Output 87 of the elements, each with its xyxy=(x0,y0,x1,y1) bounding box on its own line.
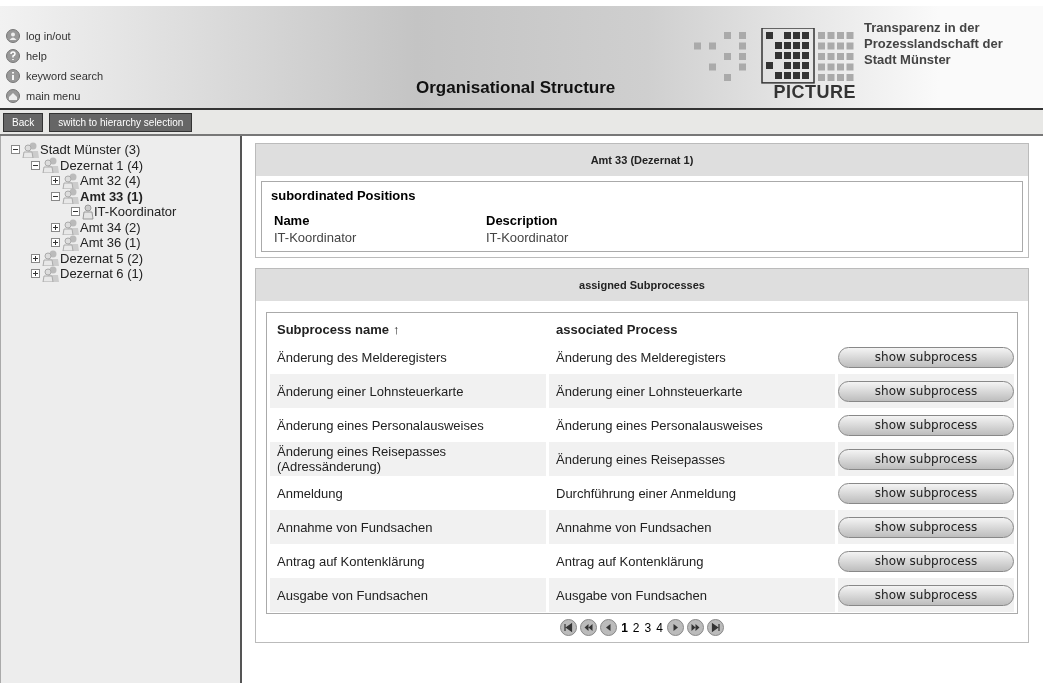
show-subprocess-button[interactable]: show subprocess xyxy=(838,516,1014,538)
page-link[interactable]: 2 xyxy=(632,620,640,635)
tree-item[interactable]: Dezernat 6 (1) xyxy=(60,266,144,282)
tagline-text: Transparenz in der xyxy=(864,20,981,36)
panel-title: Amt 33 (Dezernat 1) xyxy=(256,144,1028,176)
last-page-icon[interactable] xyxy=(706,619,724,636)
tagline-text: Prozesslandschaft der xyxy=(864,36,1003,52)
collapse-icon[interactable] xyxy=(11,145,20,155)
show-subprocess-button[interactable]: show subprocess xyxy=(838,584,1014,606)
table-cell: Änderung einer Lohnsteuerkarte xyxy=(270,374,546,408)
collapse-icon[interactable] xyxy=(31,160,40,170)
toolbar-button[interactable]: Back xyxy=(3,112,44,132)
table-cell: Änderung eines Reisepasses (Adressänderung) xyxy=(270,442,546,476)
nav-link[interactable]: help xyxy=(26,49,47,62)
help-icon[interactable] xyxy=(6,48,20,63)
next-icon[interactable] xyxy=(666,619,684,636)
nav-link[interactable]: keyword search xyxy=(26,69,104,82)
table-cell-text: Änderung des Melderegisters xyxy=(555,348,727,367)
page-link[interactable]: 4 xyxy=(656,620,663,635)
tree-item[interactable]: Amt 32 (4) xyxy=(80,173,141,189)
tree-item[interactable]: IT-Koordinator xyxy=(94,204,177,220)
expand-icon[interactable] xyxy=(51,176,60,186)
tree-item[interactable]: Dezernat 5 (2) xyxy=(60,250,144,266)
show-subprocess-button[interactable]: show subprocess xyxy=(838,380,1014,402)
collapse-icon[interactable] xyxy=(51,191,60,201)
show-subprocess-button[interactable]: show subprocess xyxy=(838,414,1014,436)
column-header: Description xyxy=(486,213,559,228)
table-cell: Annahme von Fundsachen xyxy=(270,510,546,544)
expand-icon[interactable] xyxy=(51,238,60,248)
panel-title: assigned Subprocesses xyxy=(256,269,1028,301)
person-icon xyxy=(82,203,94,220)
table-cell-text: Anmeldung xyxy=(276,484,344,503)
show-subprocess-button[interactable]: show subprocess xyxy=(838,448,1014,470)
people-icon xyxy=(42,265,60,282)
page-title: Organisational Structure xyxy=(416,78,617,98)
toolbar-button[interactable]: switch to hierarchy selection xyxy=(49,112,193,132)
table-cell-text: IT-Koordinator xyxy=(274,230,358,245)
fast-forward-icon[interactable] xyxy=(686,619,704,636)
nav-link[interactable]: main menu xyxy=(26,89,81,102)
table-cell: Änderung eines Reisepasses xyxy=(549,442,835,476)
tagline-text: Stadt Münster xyxy=(864,52,952,68)
logo-text: PICTURE xyxy=(773,82,856,103)
people-icon xyxy=(62,234,80,251)
info-icon[interactable] xyxy=(6,68,20,83)
collapse-icon[interactable] xyxy=(71,207,80,217)
tree-item[interactable]: Amt 36 (1) xyxy=(80,235,141,251)
table-cell-text: Änderung des Melderegisters xyxy=(276,348,448,367)
people-icon xyxy=(42,250,60,267)
user-icon[interactable] xyxy=(6,28,20,43)
column-header: associated Process xyxy=(555,320,679,339)
page-link[interactable]: 1 xyxy=(621,620,628,635)
people-icon xyxy=(22,141,40,158)
people-icon xyxy=(62,219,80,236)
page-link[interactable]: 3 xyxy=(644,620,652,635)
table-cell: Ausgabe von Fundsachen xyxy=(270,578,546,612)
show-subprocess-button[interactable]: show subprocess xyxy=(838,346,1014,368)
table-cell: Ausgabe von Fundsachen xyxy=(549,578,835,612)
tree-item[interactable]: Amt 34 (2) xyxy=(80,219,141,235)
table-cell-text: IT-Koordinator xyxy=(486,230,570,245)
table-cell: Änderung einer Lohnsteuerkarte xyxy=(549,374,835,408)
home-icon[interactable] xyxy=(6,88,20,103)
expand-icon[interactable] xyxy=(51,222,60,232)
table-cell-text: Änderung eines Personalausweises xyxy=(555,416,764,435)
rewind-icon[interactable] xyxy=(580,619,598,636)
expand-icon[interactable] xyxy=(31,253,40,263)
section-title: subordinated Positions xyxy=(271,188,417,203)
table-cell-text: Antrag auf Kontenklärung xyxy=(276,552,426,571)
table-cell: Annahme von Fundsachen xyxy=(549,510,835,544)
table-cell-text: Antrag auf Kontenklärung xyxy=(555,552,705,571)
tree-item[interactable]: Amt 33 (1) xyxy=(80,188,143,204)
previous-icon[interactable] xyxy=(600,619,618,636)
show-subprocess-button[interactable]: show subprocess xyxy=(838,550,1014,572)
column-header: Name xyxy=(274,213,311,228)
first-page-icon[interactable] xyxy=(560,619,578,636)
tree-item[interactable]: Dezernat 1 (4) xyxy=(60,157,144,173)
show-subprocess-button[interactable]: show subprocess xyxy=(838,482,1014,504)
people-icon xyxy=(62,188,80,205)
expand-icon[interactable] xyxy=(31,269,40,279)
table-cell-text: Durchführung einer Anmeldung xyxy=(555,484,737,503)
people-icon xyxy=(62,172,80,189)
table-cell-text: Änderung eines Personalausweises xyxy=(276,416,485,435)
people-icon xyxy=(42,157,60,174)
nav-link[interactable]: log in/out xyxy=(26,29,71,42)
pixel-grid-logo-icon xyxy=(692,28,856,84)
column-header[interactable]: Subprocess name xyxy=(277,321,389,337)
tree-item[interactable]: Stadt Münster (3) xyxy=(40,142,141,158)
sort-arrow[interactable]: ↑ xyxy=(393,321,400,337)
